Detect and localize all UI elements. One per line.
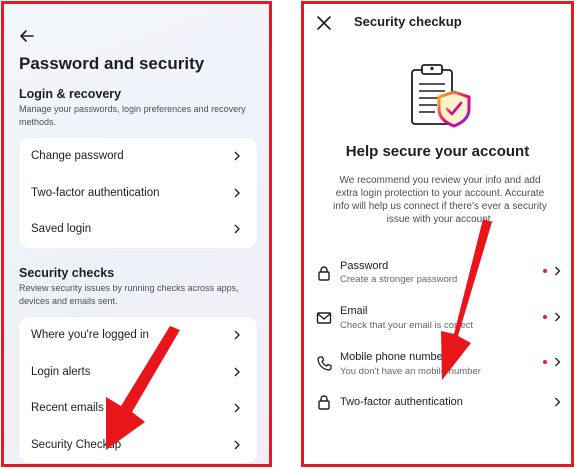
- chevron-right-icon: [234, 367, 240, 377]
- login-recovery-heading: Login & recovery: [19, 87, 122, 101]
- login-alerts-item[interactable]: Login alerts: [19, 354, 257, 391]
- saved-login-item[interactable]: Saved login: [19, 211, 257, 248]
- where-logged-in-label: Where you're logged in: [31, 329, 149, 342]
- two-factor-label: Two-factor authentication: [31, 186, 160, 199]
- envelope-icon: [316, 312, 332, 324]
- saved-login-label: Saved login: [31, 223, 92, 236]
- chevron-right-icon: [555, 357, 561, 367]
- security-checkup-label: Security Checkup: [31, 438, 122, 451]
- recent-emails-item[interactable]: Recent emails: [19, 390, 257, 427]
- chevron-right-icon: [234, 330, 240, 340]
- password-label: Password: [340, 260, 389, 272]
- chevron-right-icon: [234, 224, 240, 234]
- phone-label: Mobile phone number: [340, 351, 447, 363]
- alert-dot: [543, 360, 547, 364]
- page-title: Password and security: [19, 54, 205, 73]
- phone-icon: [317, 356, 332, 371]
- login-recovery-card: Change password Two-factor authenticatio…: [19, 138, 257, 248]
- checkup-description: We recommend you review your info and ad…: [333, 175, 547, 225]
- two-factor-label: Two-factor authentication: [340, 396, 463, 408]
- security-checks-heading: Security checks: [19, 266, 115, 280]
- chevron-right-icon: [555, 312, 561, 322]
- email-check-item[interactable]: Email Check that your email is correct: [304, 303, 571, 345]
- lock-icon: [318, 266, 330, 281]
- security-checks-card: Where you're logged in Login alerts Rece…: [19, 317, 257, 463]
- where-logged-in-item[interactable]: Where you're logged in: [19, 317, 257, 354]
- phone-subtitle: You don't have an mobile number: [340, 366, 481, 377]
- email-subtitle: Check that your email is correct: [340, 320, 474, 331]
- chevron-right-icon: [555, 266, 561, 276]
- back-arrow-icon[interactable]: [18, 27, 36, 45]
- clipboard-shield-illustration: [411, 64, 471, 128]
- change-password-label: Change password: [31, 150, 124, 163]
- password-subtitle: Create a stronger password: [340, 274, 458, 285]
- security-checkup-screen: Security checkup Help secure your accoun…: [301, 1, 574, 467]
- change-password-item[interactable]: Change password: [19, 138, 257, 175]
- security-checkup-item[interactable]: Security Checkup: [19, 427, 257, 464]
- two-factor-item[interactable]: Two-factor authentication: [19, 175, 257, 212]
- email-label: Email: [340, 305, 368, 317]
- recent-emails-label: Recent emails: [31, 402, 104, 415]
- close-icon[interactable]: [316, 15, 332, 31]
- lock-icon: [318, 395, 330, 410]
- chevron-right-icon: [555, 397, 561, 407]
- checkup-heading: Help secure your account: [345, 143, 530, 160]
- chevron-right-icon: [234, 188, 240, 198]
- two-factor-check-item[interactable]: Two-factor authentication: [304, 392, 571, 434]
- chevron-right-icon: [234, 151, 240, 161]
- phone-check-item[interactable]: Mobile phone number You don't have an mo…: [304, 349, 571, 391]
- password-security-screen: Password and security Login & recovery M…: [1, 1, 272, 467]
- page-title: Security checkup: [354, 14, 462, 29]
- login-recovery-description: Manage your passwords, login preferences…: [19, 104, 246, 127]
- chevron-right-icon: [234, 440, 240, 450]
- chevron-right-icon: [234, 403, 240, 413]
- alert-dot: [543, 315, 547, 319]
- password-check-item[interactable]: Password Create a stronger password: [304, 257, 571, 299]
- security-checks-description: Review security issues by running checks…: [19, 283, 239, 306]
- alert-dot: [543, 269, 547, 273]
- login-alerts-label: Login alerts: [31, 365, 91, 378]
